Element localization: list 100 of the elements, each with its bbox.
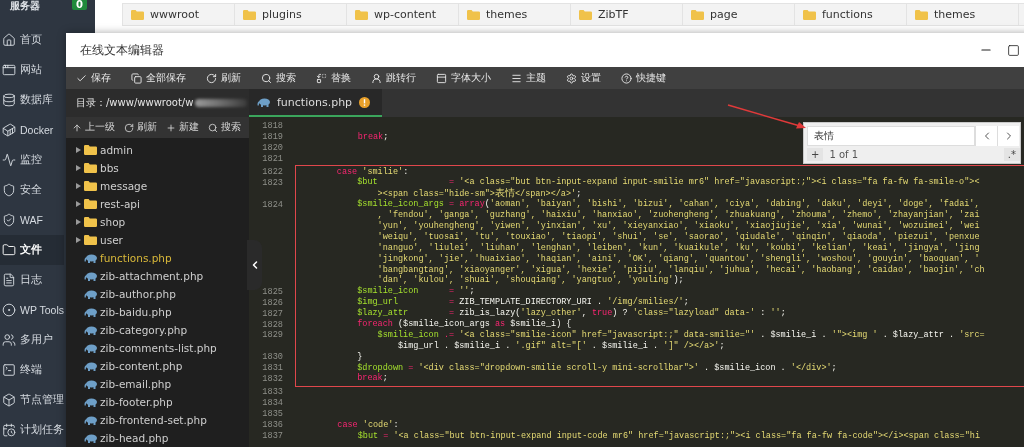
file-item[interactable]: functions.php — [66, 249, 249, 267]
code-line: case 'smilie': — [335, 166, 409, 177]
toolbar-button[interactable]: 字体大小 — [436, 69, 491, 87]
toolbar-button[interactable]: 全部保存 — [131, 69, 186, 87]
line-number: 1832 — [262, 374, 283, 385]
count-badge: 0 — [72, 0, 87, 10]
line-number: 1830 — [262, 352, 283, 364]
sidebar-item[interactable]: Docker — [0, 115, 64, 145]
line-number: 1828 — [262, 319, 283, 331]
folder-item[interactable]: user — [66, 231, 249, 249]
code-line: 'dan', 'kulou', 'shuai', 'shouqiang', 'yangtuo', 'youling'); — [376, 275, 684, 286]
code-line: 'nanguo', 'liulei', 'liuhan', 'lenghan', 'leiben', 'kun', 'kuaikule', 'ku', 'koubi', 'kelian', 'keai', 'jingya', 'jing — [376, 242, 980, 254]
breadcrumb-item[interactable]: page — [683, 4, 795, 25]
file-item[interactable]: zib-author.php — [66, 285, 249, 303]
line-number: 1824 — [262, 199, 283, 211]
breadcrumb-item[interactable]: plugins — [235, 4, 347, 25]
code-line: foreach ($smilie_icon_args as $smilie_i) { — [356, 319, 572, 330]
file-item[interactable]: zib-head.php — [66, 429, 249, 447]
file-item[interactable]: zib-comments-list.php — [66, 339, 249, 357]
code-line: $img_url = ZIB_TEMPLATE_DIRECTORY_URI . '/img/smilies/'; — [356, 297, 689, 308]
line-number: 1829 — [262, 330, 283, 342]
sidebar-item[interactable]: WAF — [0, 205, 64, 235]
breadcrumb-item[interactable]: wp-content — [347, 4, 459, 25]
sidebar-item[interactable]: 数据库 — [0, 85, 64, 115]
file-item[interactable]: zib-category.php — [66, 321, 249, 339]
toolbar-button[interactable]: 快捷键 — [621, 69, 666, 87]
sidebar-item[interactable]: 日志 — [0, 265, 64, 295]
toolbar-button[interactable]: 搜索 — [261, 69, 296, 87]
file-item[interactable]: zib-frontend-set.php — [66, 411, 249, 429]
file-action-button[interactable]: 搜索 — [208, 121, 241, 134]
match-count: 1 of 1 — [829, 149, 860, 160]
folder-item[interactable]: bbs — [66, 159, 249, 177]
code-line: $img_url . $smilie_i . '.gif" alt="[' . $smilie_i . ']" /></a>'; — [397, 340, 725, 352]
code-line: $lazy_attr = zib_is_lazy('lazy_other', true) ? 'class="lazyload" data-' : ''; — [356, 308, 786, 319]
line-number: 1826 — [262, 297, 283, 309]
file-action-button[interactable]: 新建 — [166, 121, 199, 134]
file-item[interactable]: zib-baidu.php — [66, 303, 249, 321]
folder-item[interactable]: rest-api — [66, 195, 249, 213]
sidebar-item[interactable]: 首页 — [0, 25, 64, 55]
code-line: $dropdown = '<div class="dropdown-smilie scroll-y mini-scrollbar">' . $smilie_icon . '</div>'; — [356, 362, 837, 373]
code-line: $smilie_icon .= '<a class="smilie-icon" href="javascript:;" data-smilie="' . $smilie_i . '"><img ' . $lazy_attr . 'src= — [376, 329, 985, 341]
toolbar-button[interactable]: 刷新 — [206, 69, 241, 87]
line-number: 1821 — [262, 153, 283, 165]
sidebar-item[interactable]: 计划任务 — [0, 415, 64, 445]
code-line: break; — [356, 373, 388, 385]
find-field[interactable]: 表情 — [807, 126, 975, 146]
code-line: $smilie_icon = ''; — [356, 286, 475, 297]
line-number: 1822 — [262, 167, 283, 178]
toolbar-button[interactable]: 设置 — [566, 69, 601, 87]
line-number: 1833 — [262, 387, 283, 399]
code-line: break; — [356, 131, 389, 143]
code-line: 'yun', 'youhengheng', 'yiwen', 'yinxian', 'xu', 'xieyanxiao', 'xiaoku', 'xiaojiujie', 'xia', 'wunai', 'wozuimei', 'wei — [376, 221, 980, 232]
code-line: 'weiqu', 'tuosai', 'tu', 'touxiao', 'tiaopi', 'shui', 'se', 'saorao', 'qiudale', 'qinqin', 'qiaoda', 'piezui', 'penxue — [376, 231, 980, 243]
breadcrumb-item[interactable]: functions — [795, 4, 907, 25]
breadcrumb-item[interactable]: themes — [459, 4, 571, 25]
toolbar-button[interactable]: 保存 — [76, 69, 111, 87]
sidebar-item[interactable]: WP Tools — [0, 295, 64, 325]
sidebar-item[interactable]: 安全 — [0, 175, 64, 205]
regex-toggle[interactable]: .* — [1003, 148, 1020, 161]
sidebar-item[interactable]: 文件 — [0, 235, 64, 265]
toolbar-button[interactable]: 跳转行 — [371, 69, 416, 87]
line-number: 1835 — [262, 409, 283, 421]
line-number: 1818 — [262, 121, 283, 132]
breadcrumb-item[interactable]: wwwroot — [123, 4, 235, 25]
code-line: case 'code': — [336, 420, 399, 431]
line-number: 1827 — [262, 308, 283, 320]
server-label: 服务器 — [10, 0, 40, 12]
folder-item[interactable]: message — [66, 177, 249, 195]
code-line: $but = '<a class="but btn-input-expand input-smilie mr6" href="javascript:;"><i class="fa fa-fw fa-smile-o">< — [356, 177, 980, 188]
line-number: 1834 — [262, 398, 283, 410]
sidebar-item[interactable]: 网站 — [0, 55, 64, 85]
code-line: 'jingkong', 'jie', 'huaixiao', 'haqian', 'aini', 'OK', 'qiang', 'quantou', 'shengli', 'woshou', 'gouyin', 'baoquan', ' — [376, 253, 980, 265]
sidebar-item[interactable]: 多用户 — [0, 325, 64, 355]
sidebar-item[interactable]: 监控 — [0, 145, 64, 175]
code-line: } — [356, 351, 363, 363]
file-action-button[interactable]: 上一级 — [72, 121, 115, 134]
toolbar-button[interactable]: 替换 — [316, 69, 351, 87]
sidebar-item[interactable]: 终端 — [0, 355, 64, 385]
line-number: 1837 — [262, 430, 283, 442]
line-number: 1831 — [262, 363, 283, 374]
code-line: $smilie_icon_args = array('aoman', 'baiyan', 'bishi', 'bizui', 'cahan', 'ciya', 'dabing', 'daku', 'deyi', 'doge', 'fadai', — [356, 199, 980, 210]
folder-item[interactable]: shop — [66, 213, 249, 231]
folder-item[interactable]: admin — [66, 141, 249, 159]
file-item[interactable]: zib-email.php — [66, 375, 249, 393]
file-item[interactable]: zib-attachment.php — [66, 267, 249, 285]
file-tab[interactable]: functions.php — [249, 89, 383, 117]
code-line: , 'fendou', 'ganga', 'guzhang', 'haixiu', 'hanxiao', 'zuohengheng', 'zhuakuang', 'zhouma', 'zhemo', 'zhayanjian', 'zai — [376, 210, 980, 221]
sidebar-item[interactable]: 节点管理 — [0, 385, 64, 415]
toolbar-button[interactable]: 主题 — [511, 69, 546, 87]
file-item[interactable]: zib-content.php — [66, 357, 249, 375]
breadcrumb-item[interactable]: themes — [907, 4, 1019, 25]
breadcrumb-item[interactable]: ZibTF — [571, 4, 683, 25]
add-button[interactable]: + — [807, 148, 824, 161]
file-action-button[interactable]: 刷新 — [124, 121, 157, 134]
code-line: 'bangbangtang', 'xiaoyanger', 'xigua', 'hexie', 'pijiu', 'lanqiu', 'juhua', 'hecai', 'haobang', 'caidao', 'baojin', 'ch — [376, 264, 985, 275]
line-number: 1825 — [262, 286, 283, 298]
file-item[interactable]: zib-footer.php — [66, 393, 249, 411]
line-number: 1820 — [262, 142, 283, 154]
code-line: $but = '<a class="but btn-input-expand input-code mr6" href="javascript:;"><i class="fa fa-fw fa-code"></i><span class="hi — [356, 430, 981, 442]
window-title: 在线文本编辑器 — [80, 41, 164, 59]
